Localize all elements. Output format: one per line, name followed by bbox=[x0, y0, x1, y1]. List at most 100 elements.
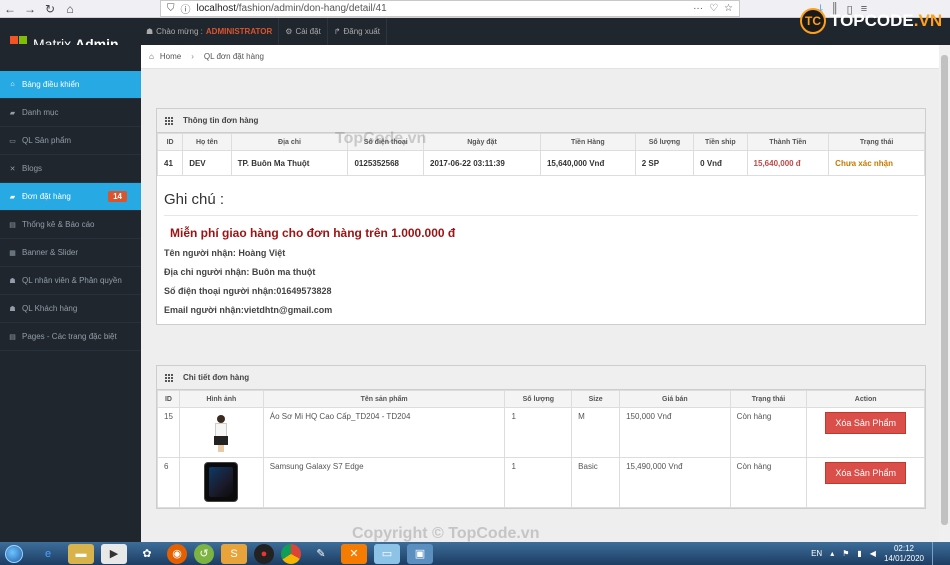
chrome-icon[interactable] bbox=[281, 543, 301, 564]
xampp-icon[interactable]: ✕ bbox=[341, 543, 367, 564]
order-details-table: ID Hình ảnh Tên sản phẩm Số lượng Size G… bbox=[157, 390, 925, 508]
reload-icon[interactable]: ↻ bbox=[40, 0, 60, 18]
clock-time: 02:12 bbox=[893, 543, 914, 553]
breadcrumb-current[interactable]: QL đơn đặt hàng bbox=[204, 52, 264, 61]
admin-name: ADMINISTRATOR bbox=[205, 27, 273, 36]
topcode-mark: TC bbox=[800, 8, 826, 34]
order-info-panel: Thông tin đơn hàng ID Họ tên Địa chỉ Số … bbox=[156, 108, 926, 325]
address-bar[interactable]: ⛉ ⓘ localhost/fashion/admin/don-hang/det… bbox=[160, 0, 740, 17]
order-status: Chưa xác nhận bbox=[828, 150, 925, 176]
settings-link[interactable]: ⚙ Cài đặt bbox=[279, 18, 328, 45]
phone-image bbox=[204, 462, 239, 502]
sidebar-item[interactable]: ▤ Thống kê & Báo cáo bbox=[0, 211, 141, 239]
sidebar-item[interactable]: ▰ Đơn đặt hàng 14 bbox=[0, 183, 141, 211]
item-name: Samsung Galaxy S7 Edge bbox=[262, 457, 506, 508]
star-icon[interactable]: ☆ bbox=[724, 3, 733, 14]
shipping-fee: 0 Vnđ bbox=[693, 150, 748, 176]
item-size: M bbox=[571, 407, 621, 458]
paint-icon[interactable]: ✿ bbox=[134, 544, 160, 564]
settings-label: Cài đặt bbox=[295, 27, 321, 36]
gear-icon: ⚙ bbox=[285, 27, 293, 36]
sidebar-item[interactable]: ▦ Banner & Slider bbox=[0, 239, 141, 267]
watermark-bottom: Copyright © TopCode.vn bbox=[352, 525, 540, 542]
network-icon[interactable]: ▮ bbox=[857, 549, 861, 558]
topcode-text: TOPCODE bbox=[830, 11, 914, 30]
media-player-icon[interactable]: ▶ bbox=[101, 543, 127, 564]
forward-arrow-icon[interactable]: → bbox=[20, 0, 40, 18]
col-header: Họ tên bbox=[182, 133, 232, 151]
item-quantity: 1 bbox=[504, 407, 573, 458]
language-indicator[interactable]: EN bbox=[811, 549, 822, 558]
delete-product-button[interactable]: Xóa Sản Phẩm bbox=[825, 412, 906, 434]
customer-phone: 0125352568 bbox=[347, 150, 425, 176]
recipient-email: Email người nhận:vietdhtn@gmail.com bbox=[164, 305, 333, 315]
sublime-icon[interactable]: S bbox=[221, 543, 247, 564]
item-action: Xóa Sản Phẩm bbox=[806, 457, 925, 508]
logout-link[interactable]: ↱ Đăng xuất bbox=[328, 18, 387, 45]
record-icon[interactable]: ● bbox=[254, 543, 274, 564]
cart-icon: ▰ bbox=[9, 193, 16, 201]
col-header: Size bbox=[571, 390, 621, 408]
folder-icon[interactable]: ▬ bbox=[68, 543, 94, 564]
url-host: localhost bbox=[196, 3, 236, 14]
sidebar-item[interactable]: ✕ Blogs bbox=[0, 155, 141, 183]
sidebar-item[interactable]: ⌂ Bảng điều khiển bbox=[0, 71, 141, 99]
more-icon[interactable]: ··· bbox=[693, 3, 703, 14]
order-id: 41 bbox=[156, 150, 184, 176]
home-icon: ⌂ bbox=[149, 52, 154, 61]
back-arrow-icon[interactable]: ← bbox=[0, 0, 20, 18]
order-info-title: Thông tin đơn hàng bbox=[183, 116, 259, 125]
scrollbar[interactable] bbox=[939, 45, 950, 542]
sidebar-item[interactable]: ▤ Pages - Các trang đặc biệt bbox=[0, 323, 141, 351]
user-icon: ☗ bbox=[9, 305, 16, 313]
table-row: 6 Samsung Galaxy S7 Edge 1 Basic 15,490,… bbox=[157, 457, 925, 508]
sidebar: ⌂ Bảng điều khiển ▰ Danh mục ▭ QL Sản phẩm ✕ Bl… bbox=[0, 45, 141, 542]
item-image bbox=[178, 407, 264, 458]
flag-icon[interactable]: ⚑ bbox=[842, 549, 849, 558]
breadcrumb-home[interactable]: Home bbox=[160, 52, 181, 61]
col-header: Địa chỉ bbox=[230, 133, 349, 151]
chart-icon: ▤ bbox=[9, 221, 16, 229]
sidebar-item[interactable]: ▭ QL Sản phẩm bbox=[0, 127, 141, 155]
col-header: Số lượng bbox=[504, 390, 573, 408]
sidebar-item-label: Blogs bbox=[22, 164, 43, 173]
order-details-title: Chi tiết đơn hàng bbox=[183, 373, 250, 382]
screen-icon[interactable]: ▣ bbox=[407, 543, 433, 564]
item-name: Áo Sơ Mi HQ Cao Cấp_TD204 - TD204 bbox=[262, 407, 506, 458]
home-icon[interactable]: ⌂ bbox=[60, 0, 80, 18]
sidebar-item[interactable]: ☗ QL Khách hàng bbox=[0, 295, 141, 323]
order-details-header-row: ID Hình ảnh Tên sản phẩm Số lượng Size G… bbox=[157, 390, 925, 408]
pocket-icon[interactable]: ♡ bbox=[709, 3, 718, 14]
start-button[interactable] bbox=[0, 542, 28, 565]
grid-icon bbox=[165, 116, 173, 125]
ie-icon[interactable]: e bbox=[35, 544, 61, 564]
table-row: 41 DEV TP. Buôn Ma Thuột 0125352568 2017… bbox=[156, 150, 925, 176]
order-date: 2017-06-22 03:11:39 bbox=[423, 150, 541, 176]
sidebar-item-label: Bảng điều khiển bbox=[22, 80, 80, 89]
app-window-icon[interactable]: ▭ bbox=[374, 543, 400, 564]
clock[interactable]: 02:12 14/01/2020 bbox=[884, 544, 924, 564]
user-icon: ☗ bbox=[9, 277, 16, 285]
col-header: Action bbox=[806, 390, 925, 408]
delete-product-button[interactable]: Xóa Sản Phẩm bbox=[825, 462, 906, 484]
scrollbar-thumb[interactable] bbox=[941, 55, 948, 525]
tool-icon[interactable]: ✎ bbox=[308, 544, 334, 564]
file-icon: ▤ bbox=[9, 333, 16, 341]
item-id: 15 bbox=[157, 407, 180, 458]
chevron-up-icon[interactable]: ▴ bbox=[830, 549, 834, 558]
welcome-menu[interactable]: ☗ Chào mừng : ADMINISTRATOR bbox=[140, 18, 280, 45]
firefox-icon[interactable]: ◉ bbox=[167, 543, 187, 564]
show-desktop-button[interactable] bbox=[932, 542, 942, 565]
info-icon: ⓘ bbox=[180, 5, 191, 16]
col-header: Tên sản phẩm bbox=[262, 390, 506, 408]
order-details-panel: Chi tiết đơn hàng ID Hình ảnh Tên sản ph… bbox=[156, 365, 926, 509]
volume-icon[interactable]: ◀ bbox=[870, 549, 876, 558]
col-header: Thành Tiền bbox=[746, 133, 830, 151]
topcode-ext: .VN bbox=[913, 11, 943, 30]
watermark-center: TopCode.vn bbox=[335, 130, 427, 147]
app-icon[interactable]: ↺ bbox=[194, 543, 214, 564]
col-header: Trạng thái bbox=[729, 390, 808, 408]
sidebar-item[interactable]: ▰ Danh mục bbox=[0, 99, 141, 127]
customer-name: DEV bbox=[182, 150, 232, 176]
sidebar-item[interactable]: ☗ QL nhân viên & Phân quyền bbox=[0, 267, 141, 295]
